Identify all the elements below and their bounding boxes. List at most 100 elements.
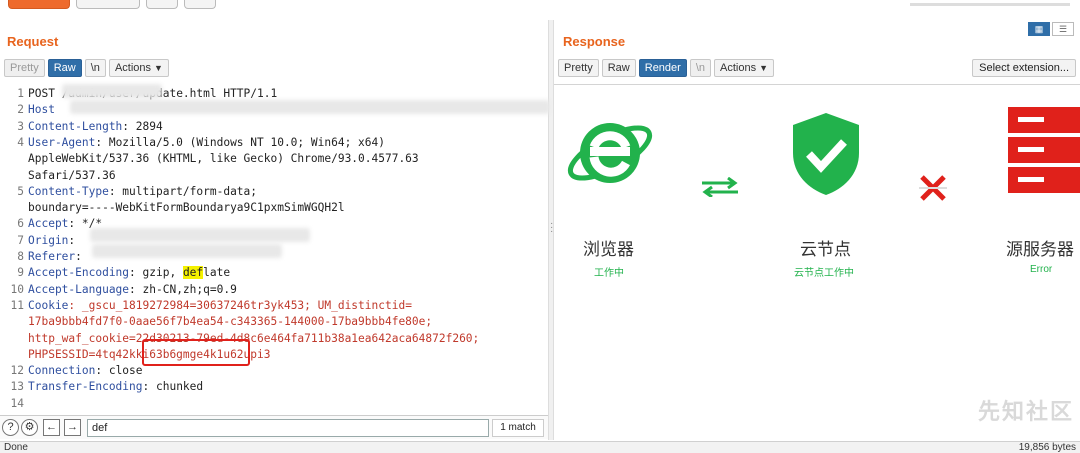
chevron-down-icon: ▼ — [154, 63, 163, 73]
header-name: Content-Type — [28, 184, 109, 198]
match-count: 1 match — [492, 419, 544, 437]
cloud-node-label: 云节点 — [800, 240, 851, 259]
tab-raw[interactable]: Raw — [47, 59, 82, 77]
tab-raw[interactable]: Raw — [601, 59, 636, 77]
browser-icon — [567, 123, 653, 183]
response-pane: ▦ ☰ Response Pretty Raw Render \n Action… — [554, 22, 1080, 440]
header-name: User-Agent — [28, 135, 96, 149]
code-text: : close — [95, 364, 143, 378]
code-text: : — [75, 250, 89, 263]
code-text: : chunked — [142, 380, 204, 394]
tab-pretty[interactable]: Pretty — [4, 59, 45, 77]
header-name: Content-Length — [28, 119, 123, 133]
origin-server-label: 源服务器 — [1006, 240, 1074, 259]
code-line: Cookie: _gscu_1819272984=30637246tr3yk45… — [28, 298, 412, 314]
line-number: 6 — [17, 217, 24, 231]
burp-repeater-window: · · · Request Pretty Raw \n Actions ▼ 1 POST… — [0, 0, 1080, 453]
code-line: Accept-Encoding: gzip, deflate — [28, 265, 230, 281]
forward-button[interactable] — [184, 0, 216, 9]
line-number: 13 — [10, 380, 24, 394]
code-line: Accept-Language: zh-CN,zh;q=0.9 — [28, 282, 237, 298]
tab-newline[interactable]: \n — [84, 59, 106, 77]
code-text: : — [68, 233, 82, 247]
origin-server-status: Error — [1030, 264, 1053, 275]
header-name: Accept-Encoding — [28, 266, 130, 280]
list-view-icon[interactable]: ☰ — [1052, 22, 1074, 36]
line-number: 7 — [17, 233, 24, 247]
gear-icon[interactable]: ⚙ — [21, 419, 38, 436]
code-text: Safari/537.36 — [28, 168, 116, 182]
header-name: Origin — [28, 233, 69, 247]
redacted-path — [62, 84, 162, 98]
line-number: 2 — [17, 103, 24, 117]
header-name: Connection — [28, 364, 96, 378]
code-text: : Mozilla/5.0 (Windows NT 10.0; Win64; x… — [95, 135, 385, 149]
line-number: 11 — [10, 298, 24, 312]
header-name: Referer — [28, 250, 76, 263]
target-host-blurred — [910, 3, 1070, 6]
code-line: Host — [28, 102, 55, 118]
error-x-icon — [919, 175, 947, 201]
code-text: http_waf_cookie=22d30213-79ed-4d8c6e464f… — [28, 331, 480, 345]
search-bar: ? ⚙ ← → def 1 match — [0, 415, 548, 439]
cloud-node-shield-icon — [793, 113, 859, 195]
status-bar: Done 19,856 bytes — [0, 441, 1080, 453]
header-name: Cookie — [28, 298, 69, 312]
cancel-button[interactable] — [76, 0, 140, 9]
code-line: User-Agent: Mozilla/5.0 (Windows NT 10.0… — [28, 135, 385, 151]
line-number: 14 — [10, 396, 24, 410]
tab-newline[interactable]: \n — [689, 59, 712, 77]
code-text: : zh-CN,zh;q=0.9 — [129, 282, 237, 296]
request-title: Request — [7, 34, 59, 49]
rendered-response: 浏览器 工作中 云节点 云节点工作中 源服务器 Error 先知社区 — [554, 84, 1080, 440]
tab-render[interactable]: Render — [638, 59, 687, 77]
browser-status: 工作中 — [594, 268, 624, 279]
line-number: 3 — [17, 119, 24, 133]
header-name: Accept-Language — [28, 282, 130, 296]
prev-match-icon[interactable]: ← — [43, 419, 60, 436]
header-name: Accept — [28, 217, 69, 231]
response-size: 19,856 bytes — [1018, 442, 1076, 453]
redacted-origin — [90, 228, 310, 242]
search-input[interactable]: def — [87, 419, 489, 437]
status-text: Done — [4, 442, 28, 453]
split-view-icon[interactable]: ▦ — [1028, 22, 1050, 36]
select-extension-dropdown[interactable]: Select extension... — [972, 59, 1076, 77]
code-line: Transfer-Encoding: chunked — [28, 379, 203, 395]
code-text: AppleWebKit/537.36 (KHTML, like Gecko) C… — [28, 152, 419, 166]
code-line: http_waf_cookie=22d30213-79ed-4d8c6e464f… — [28, 331, 479, 347]
line-number: 12 — [10, 364, 24, 378]
help-icon[interactable]: ? — [2, 419, 19, 436]
actions-label: Actions — [114, 62, 152, 74]
line-number: 9 — [17, 266, 24, 280]
code-text: POST — [28, 87, 62, 100]
redacted-host — [70, 100, 550, 114]
header-name: Transfer-Encoding — [28, 380, 143, 394]
request-tabs: Pretty Raw \n Actions ▼ — [4, 59, 169, 79]
cloud-node-status: 云节点工作中 — [794, 268, 854, 279]
search-highlight: def — [182, 266, 204, 280]
next-match-icon[interactable]: → — [64, 419, 81, 436]
watermark: 先知社区 — [977, 399, 1074, 424]
line-number: 4 — [17, 135, 24, 149]
response-title: Response — [563, 34, 626, 49]
code-line: Content-Length: 2894 — [28, 119, 163, 135]
back-button[interactable] — [146, 0, 178, 9]
code-line: 0;30ilO ATi... — [28, 412, 122, 414]
redacted-referer — [92, 244, 282, 258]
code-text: 0;30ilO ATi... — [28, 413, 122, 414]
browser-label: 浏览器 — [583, 240, 634, 259]
layout-toggle: ▦ ☰ — [1028, 22, 1074, 36]
header-name: Host — [28, 103, 55, 117]
send-button[interactable] — [8, 0, 70, 9]
tab-pretty[interactable]: Pretty — [558, 59, 599, 77]
chevron-down-icon: ▼ — [759, 63, 769, 73]
code-text: : gzip, — [129, 266, 183, 280]
drag-grip-icon[interactable]: · · · — [550, 219, 553, 237]
code-line: 17ba9bbb4fd7f0-0aae56f7b4ea54-c343365-14… — [28, 314, 432, 330]
actions-dropdown[interactable]: Actions ▼ — [714, 59, 775, 77]
code-line: Referer: — [28, 249, 89, 265]
code-line: Content-Type: multipart/form-data; — [28, 184, 257, 200]
actions-dropdown[interactable]: Actions ▼ — [108, 59, 169, 77]
actions-label: Actions — [720, 62, 757, 74]
